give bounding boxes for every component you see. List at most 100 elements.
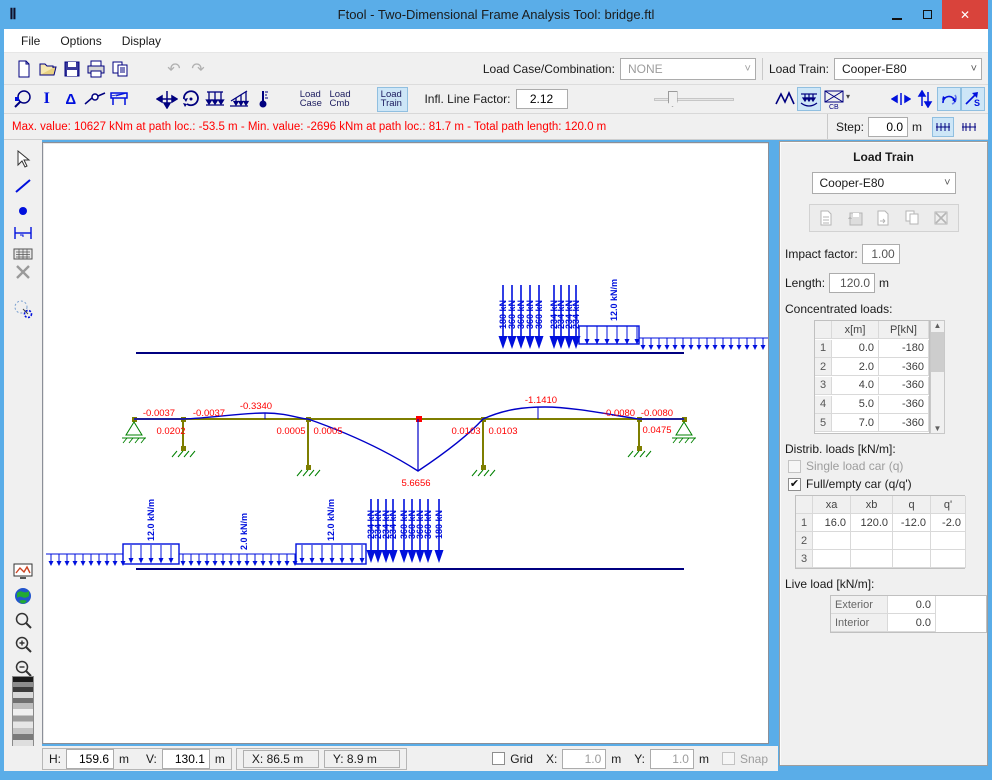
material-button[interactable]: Δ (59, 87, 83, 111)
undo-button[interactable]: ↶ (162, 57, 186, 81)
impact-factor-input[interactable] (862, 244, 900, 264)
h-label: H: (49, 752, 61, 766)
concentrated-loads-table[interactable]: x[m]P[kN] 10.0-180 22.0-360 34.0-360 45.… (814, 320, 930, 434)
chevron-down-icon: ˅ (965, 63, 977, 75)
model-drawing: 180 kN 360 kN 360 kN 360 kN 360 kN 234 k… (43, 143, 768, 742)
distributed-load-icon (204, 89, 226, 109)
train-delete-button[interactable] (929, 208, 953, 228)
move-vertical-button[interactable] (913, 87, 937, 111)
bottom-light-distributed-1 (46, 554, 126, 566)
zoom-in-button[interactable] (11, 634, 35, 656)
influence-values: -0.0037 -0.0037 0.0202 -0.3340 0.0005 0.… (143, 395, 673, 489)
scroll-thumb[interactable] (931, 332, 944, 372)
step-label: Step: (836, 120, 864, 134)
insert-member-button[interactable] (11, 175, 35, 197)
svg-text:CB: CB (829, 104, 839, 109)
rotate-train-button[interactable] (937, 87, 961, 111)
save-button[interactable] (60, 57, 84, 81)
model-canvas[interactable]: 180 kN 360 kN 360 kN 360 kN 360 kN 234 k… (42, 142, 769, 744)
train-position-button[interactable] (797, 87, 821, 111)
svg-text:-0.3340: -0.3340 (240, 401, 272, 412)
load-cmb-button[interactable]: Load Cmb (326, 88, 356, 111)
train-direction-button[interactable]: S (961, 87, 985, 111)
linear-load-button[interactable] (227, 87, 251, 111)
open-file-button[interactable] (36, 57, 60, 81)
move-horizontal-button[interactable] (889, 87, 913, 111)
envelope-button[interactable]: CB▾ (821, 87, 855, 111)
grid-x-input[interactable] (562, 749, 606, 769)
moment-load-button[interactable] (179, 87, 203, 111)
cursor-y-display: Y: 8.9 m (324, 750, 400, 768)
svg-text:2.0 kN/m: 2.0 kN/m (239, 513, 249, 550)
scroll-up-icon[interactable]: ▲ (934, 321, 942, 330)
influence-line-button[interactable] (773, 87, 797, 111)
step-input[interactable] (868, 117, 908, 137)
train-copy-button[interactable] (900, 208, 924, 228)
menu-file[interactable]: File (12, 31, 49, 51)
load-case-button[interactable]: Load Case (297, 88, 327, 111)
hinge-button[interactable] (83, 87, 107, 111)
zoom-window-button[interactable] (11, 610, 35, 632)
top-axle-labels: 180 kN 360 kN 360 kN 360 kN 360 kN 234 k… (498, 300, 581, 329)
support-button[interactable] (107, 87, 131, 111)
load-train-select[interactable]: Cooper-E80˅ (812, 172, 956, 194)
svg-text:0.0103: 0.0103 (488, 426, 517, 437)
grid-checkbox[interactable] (492, 752, 505, 765)
bottom-distributed-block-1: 12.0 kN/m (123, 499, 179, 564)
step-mode-uniform-button[interactable] (932, 117, 954, 137)
slider-thumb[interactable] (668, 91, 678, 107)
close-button[interactable]: ✕ (942, 0, 988, 29)
single-load-car-label: Single load car (q) (806, 459, 903, 473)
dimension-button[interactable] (11, 222, 35, 244)
section-node[interactable] (416, 416, 422, 422)
zoom-select-button[interactable] (11, 87, 35, 111)
menu-display[interactable]: Display (113, 31, 170, 51)
animation-slider[interactable] (654, 90, 734, 108)
maximize-button[interactable] (912, 0, 942, 29)
delete-button[interactable] (11, 261, 35, 283)
v-input[interactable] (162, 749, 210, 769)
minimize-button[interactable] (882, 0, 912, 29)
full-empty-car-checkbox[interactable]: ✔ (788, 478, 801, 491)
transform-button[interactable] (11, 298, 35, 320)
fit-world-button[interactable] (11, 585, 35, 607)
length-input[interactable] (829, 273, 875, 293)
new-file-button[interactable] (12, 57, 36, 81)
toolbar-file: ↶ ↷ Load Case/Combination: NONE˅ Load Tr… (4, 52, 988, 84)
cursor-x-display: X: 86.5 m (243, 750, 319, 768)
select-button[interactable] (11, 148, 35, 170)
nodal-load-button[interactable] (155, 87, 179, 111)
frame-structure (122, 416, 696, 476)
infl-line-factor-input[interactable] (516, 89, 568, 109)
copy-button[interactable] (108, 57, 132, 81)
insert-node-button[interactable] (11, 200, 35, 222)
check-icon: ✔ (790, 478, 799, 490)
load-train-button[interactable]: Load Train (377, 87, 409, 112)
concentrated-loads-scrollbar[interactable]: ▲ ▼ (930, 320, 945, 434)
thermal-load-button[interactable] (251, 87, 275, 111)
train-export-button[interactable] (871, 208, 895, 228)
load-case-select[interactable]: NONE˅ (620, 58, 756, 80)
chevron-down-icon: ˅ (739, 63, 751, 75)
train-new-button[interactable] (814, 208, 838, 228)
distributed-load-button[interactable] (203, 87, 227, 111)
train-save-button[interactable] (843, 208, 867, 228)
app-icon: Ⅱ (0, 5, 26, 24)
print-button[interactable] (84, 57, 108, 81)
length-unit: m (879, 276, 889, 290)
load-train-select-top[interactable]: Cooper-E80˅ (834, 58, 982, 80)
distrib-loads-table[interactable]: xaxbqq' 116.0120.0-12.0-2.0 2 3 (795, 495, 965, 569)
nodes (132, 417, 687, 470)
menu-options[interactable]: Options (51, 31, 110, 51)
step-mode-variable-button[interactable] (958, 117, 980, 137)
redo-button[interactable]: ↷ (186, 57, 210, 81)
h-input[interactable] (66, 749, 114, 769)
export-train-icon (876, 210, 890, 226)
grid-y-input[interactable] (650, 749, 694, 769)
section-button[interactable]: I (35, 87, 59, 111)
live-load-table[interactable]: Exterior0.0 Interior0.0 (830, 595, 987, 633)
chevron-down-icon: ˅ (938, 177, 950, 189)
display-options-button[interactable] (11, 560, 35, 582)
scroll-down-icon[interactable]: ▼ (934, 424, 942, 433)
length-label: Length: (785, 276, 825, 290)
